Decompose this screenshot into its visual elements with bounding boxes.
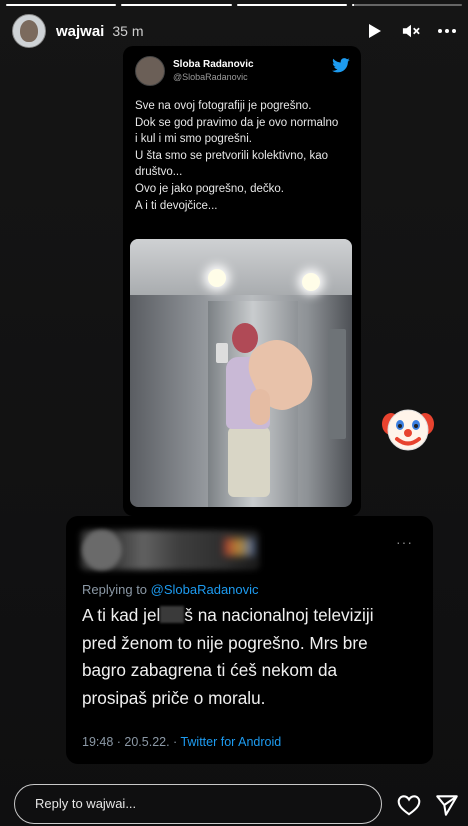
tweet-client[interactable]: Twitter for Android xyxy=(180,735,281,749)
send-icon[interactable] xyxy=(434,792,460,818)
photo-elevator-panel xyxy=(328,329,346,439)
heart-icon[interactable] xyxy=(396,792,422,818)
story-progress-bar xyxy=(6,4,462,6)
photo-doll-leg xyxy=(250,389,270,425)
reply-line: bagro zabagrena ti ćeš nekom da xyxy=(82,660,338,680)
author-name: Sloba Radanovic xyxy=(173,59,254,70)
photo-person-legs xyxy=(228,427,270,497)
progress-fill xyxy=(236,4,347,6)
author-handle: @SlobaRadanovic xyxy=(173,72,248,82)
replying-prefix: Replying to xyxy=(82,582,151,597)
reply-input[interactable]: Reply to wajwai... xyxy=(14,784,382,824)
mute-icon[interactable] xyxy=(402,22,420,40)
avatar[interactable] xyxy=(12,14,46,48)
avatar-face xyxy=(20,20,38,42)
tweet-author: Sloba Radanovic @SlobaRadanovic xyxy=(135,56,254,86)
reply-tweet-text: A ti kad jel š na nacionalnoj televiziji … xyxy=(82,602,422,712)
tweet-line: Sve na ovoj fotografiji je pogrešno. xyxy=(135,100,312,112)
tweet-photo[interactable] xyxy=(130,239,352,507)
username[interactable]: wajwai xyxy=(56,23,104,40)
photo-phone xyxy=(216,343,228,363)
tweet-line: A i ti devojčice... xyxy=(135,199,218,212)
timestamp: 35 m xyxy=(112,23,144,39)
tweet-line: U šta smo se pretvorili kolektivno, kao xyxy=(135,149,329,162)
quoted-tweet-card[interactable]: Sloba Radanovic @SlobaRadanovic Sve na o… xyxy=(123,46,361,516)
blurred-avatar xyxy=(82,530,122,570)
tweet-line: Ovo je jako pogrešno, dečko. xyxy=(135,182,284,195)
author-names: Sloba Radanovic @SlobaRadanovic xyxy=(173,59,254,83)
photo-light xyxy=(302,273,320,291)
progress-fill xyxy=(6,4,117,6)
play-icon[interactable] xyxy=(366,22,384,40)
reply-tweet-card[interactable]: ··· Replying to @SlobaRadanovic A ti kad… xyxy=(66,516,433,764)
progress-segment xyxy=(6,4,117,6)
replying-mention[interactable]: @SlobaRadanovic xyxy=(151,582,259,597)
progress-segment xyxy=(236,4,347,6)
tweet-timestamp: 19:48 · 20.5.22. · xyxy=(82,735,181,749)
reply-line: pred ženom to nije pogrešno. Mrs bre xyxy=(82,632,368,653)
tweet-text: Sve na ovoj fotografiji je pogrešno. Dok… xyxy=(135,98,353,214)
twitter-bird-icon xyxy=(331,58,351,79)
progress-fill xyxy=(351,4,354,6)
more-icon[interactable] xyxy=(438,22,456,40)
story-header: wajwai 35 m xyxy=(12,14,456,48)
redaction-block xyxy=(160,606,185,623)
tweet-meta: 19:48 · 20.5.22. · Twitter for Android xyxy=(82,735,281,749)
tweet-line: društvo... xyxy=(135,166,183,179)
clown-face-sticker-icon[interactable] xyxy=(381,404,435,454)
replying-to: Replying to @SlobaRadanovic xyxy=(82,582,259,597)
header-controls xyxy=(366,22,456,40)
tweet-line: Dok se god pravimo da je ovo normalno xyxy=(135,116,339,129)
reply-line-part: š na nacionalnoj televiziji xyxy=(184,605,374,625)
progress-fill xyxy=(121,4,232,6)
progress-segment xyxy=(121,4,232,6)
author-avatar xyxy=(135,56,165,86)
tweet-line: i kul i mi smo pogrešni. xyxy=(135,133,252,146)
reply-line: A ti kad jel š na nacionalnoj televiziji xyxy=(82,602,422,630)
more-options-icon[interactable]: ··· xyxy=(396,534,413,550)
blurred-flag-emoji xyxy=(224,538,254,556)
reply-placeholder: Reply to wajwai... xyxy=(35,796,137,811)
photo-light xyxy=(208,269,226,287)
reply-line-part: A ti kad jel xyxy=(82,605,161,625)
progress-segment xyxy=(351,4,462,6)
reply-line: prosipaš priče o moralu. xyxy=(82,687,266,708)
